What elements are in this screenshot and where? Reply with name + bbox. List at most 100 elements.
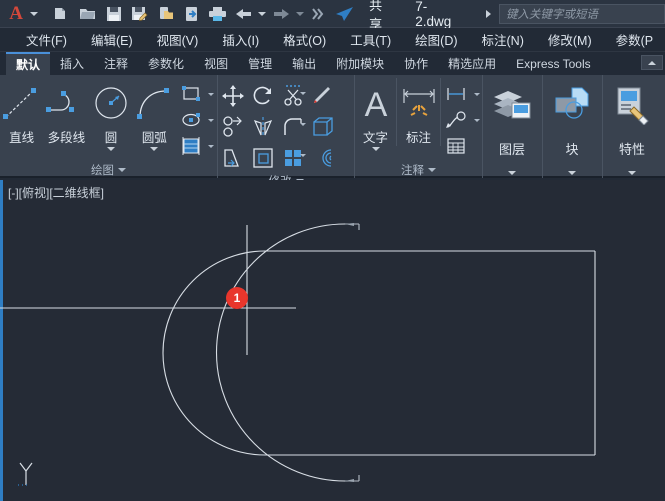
search-input[interactable]: 键入关键字或短语 bbox=[499, 4, 665, 24]
tab-default[interactable]: 默认 bbox=[6, 52, 50, 75]
svg-text:A: A bbox=[364, 86, 387, 123]
menu-item-format[interactable]: 格式(O) bbox=[271, 28, 338, 52]
menu-item-modify[interactable]: 修改(M) bbox=[536, 28, 604, 52]
draw-line-label: 直线 bbox=[9, 127, 34, 146]
ellipse-icon[interactable] bbox=[176, 107, 206, 133]
draw-arc-button[interactable]: 圆弧 bbox=[133, 78, 176, 151]
erase-icon[interactable] bbox=[308, 80, 338, 111]
menu-item-view[interactable]: 视图(V) bbox=[145, 28, 211, 52]
import-icon[interactable] bbox=[179, 1, 205, 27]
tab-insert[interactable]: 插入 bbox=[50, 52, 94, 75]
fillet-dropdown-icon[interactable] bbox=[297, 123, 308, 126]
draw-line-button[interactable]: 直线 bbox=[0, 78, 43, 146]
redo-caret-icon[interactable] bbox=[294, 1, 305, 27]
layers-label: 图层 bbox=[499, 139, 525, 158]
annotation-marker-1: 1 bbox=[226, 287, 248, 309]
panel-modify: 修改 bbox=[218, 75, 355, 178]
app-menu-caret-icon[interactable] bbox=[28, 1, 39, 27]
menu-bar: 文件(F) 编辑(E) 视图(V) 插入(I) 格式(O) 工具(T) 绘图(D… bbox=[0, 28, 665, 52]
array-dropdown-icon[interactable] bbox=[297, 154, 308, 157]
properties-button[interactable]: 特性 bbox=[603, 78, 661, 178]
fillet-icon[interactable] bbox=[278, 111, 308, 142]
menu-item-parameter[interactable]: 参数(P bbox=[604, 28, 665, 52]
export-icon[interactable] bbox=[153, 1, 179, 27]
tab-view[interactable]: 视图 bbox=[194, 52, 238, 75]
undo-icon[interactable] bbox=[231, 1, 257, 27]
draw-polyline-button[interactable]: 多段线 bbox=[43, 78, 89, 146]
tab-annotate[interactable]: 注释 bbox=[94, 52, 138, 75]
drawing-geometry bbox=[0, 180, 665, 501]
polyline-icon bbox=[43, 82, 89, 126]
hatch-icon[interactable] bbox=[176, 133, 206, 159]
arc-dropdown-icon[interactable] bbox=[150, 147, 158, 151]
drawing-viewport[interactable]: [-][俯视][二维线框] 1 bbox=[0, 180, 665, 501]
linear-dimension-dropdown-icon[interactable] bbox=[471, 93, 482, 96]
menu-item-draw[interactable]: 绘图(D) bbox=[403, 28, 469, 52]
tab-output[interactable]: 输出 bbox=[282, 52, 326, 75]
tab-addins[interactable]: 附加模块 bbox=[326, 52, 394, 75]
rectangle-dropdown-icon[interactable] bbox=[206, 93, 217, 96]
trim-dropdown-icon[interactable] bbox=[297, 92, 308, 95]
block-button[interactable]: 块 bbox=[543, 78, 601, 178]
autocad-window: A bbox=[0, 0, 665, 501]
draw-circle-button[interactable]: 圆 bbox=[89, 78, 132, 151]
tab-collaborate[interactable]: 协作 bbox=[394, 52, 438, 75]
search-expand-icon[interactable] bbox=[482, 1, 495, 27]
share-button[interactable]: 共享 bbox=[361, 1, 401, 27]
panel-annotation-title[interactable]: 注释 bbox=[355, 161, 482, 178]
properties-dropdown-icon[interactable] bbox=[628, 171, 636, 175]
annotation-text-button[interactable]: A 文字 bbox=[355, 78, 396, 151]
leader-icon[interactable] bbox=[441, 107, 471, 133]
new-file-icon[interactable] bbox=[49, 1, 75, 27]
rectangle-icon[interactable] bbox=[176, 81, 206, 107]
menu-item-insert[interactable]: 插入(I) bbox=[210, 28, 271, 52]
open-folder-icon[interactable] bbox=[75, 1, 101, 27]
offset-icon[interactable] bbox=[308, 142, 338, 173]
menu-item-file[interactable]: 文件(F) bbox=[14, 28, 79, 52]
scale-icon[interactable] bbox=[248, 142, 278, 173]
draw-small-icons bbox=[176, 78, 217, 159]
annotation-small-icons bbox=[441, 78, 482, 159]
mirror-icon[interactable] bbox=[248, 111, 278, 142]
send-plane-icon[interactable] bbox=[331, 1, 357, 27]
panel-draw-title[interactable]: 绘图 bbox=[0, 161, 217, 178]
table-icon[interactable] bbox=[441, 133, 471, 159]
stretch-icon[interactable] bbox=[218, 142, 248, 173]
autocad-A-logo[interactable]: A bbox=[4, 1, 28, 27]
menu-item-tools[interactable]: 工具(T) bbox=[338, 28, 403, 52]
ribbon-collapse-button[interactable] bbox=[641, 55, 663, 70]
annotation-text-label: 文字 bbox=[363, 127, 388, 146]
tab-parametric[interactable]: 参数化 bbox=[138, 52, 194, 75]
panel-annotation-title-text: 注释 bbox=[401, 162, 424, 178]
redo-icon[interactable] bbox=[268, 1, 294, 27]
layers-dropdown-icon[interactable] bbox=[508, 171, 516, 175]
print-icon[interactable] bbox=[205, 1, 231, 27]
extrude-icon[interactable] bbox=[308, 111, 338, 142]
annotation-dimension-button[interactable]: 标注 bbox=[396, 78, 441, 146]
text-dropdown-icon[interactable] bbox=[372, 147, 380, 151]
leader-dropdown-icon[interactable] bbox=[471, 119, 482, 122]
array-icon[interactable] bbox=[278, 142, 308, 173]
more-icon[interactable] bbox=[305, 1, 331, 27]
hatch-dropdown-icon[interactable] bbox=[206, 145, 217, 148]
copy-icon[interactable] bbox=[218, 111, 248, 142]
block-dropdown-icon[interactable] bbox=[568, 171, 576, 175]
menu-item-edit[interactable]: 编辑(E) bbox=[79, 28, 145, 52]
tab-manage[interactable]: 管理 bbox=[238, 52, 282, 75]
properties-icon bbox=[610, 84, 654, 126]
layers-button[interactable]: 图层 bbox=[483, 78, 541, 178]
move-icon[interactable] bbox=[218, 80, 248, 111]
menu-item-dimension[interactable]: 标注(N) bbox=[470, 28, 536, 52]
rotate-icon[interactable] bbox=[248, 80, 278, 111]
save-as-icon[interactable] bbox=[127, 1, 153, 27]
tab-express-tools[interactable]: Express Tools bbox=[506, 52, 600, 75]
trim-icon[interactable] bbox=[278, 80, 308, 111]
save-icon[interactable] bbox=[101, 1, 127, 27]
linear-dimension-icon[interactable] bbox=[441, 81, 471, 107]
undo-caret-icon[interactable] bbox=[257, 1, 268, 27]
ellipse-dropdown-icon[interactable] bbox=[206, 119, 217, 122]
tab-featured-apps[interactable]: 精选应用 bbox=[438, 52, 506, 75]
circle-dropdown-icon[interactable] bbox=[107, 147, 115, 151]
ribbon-panel-area: 直线 多段线 bbox=[0, 75, 665, 178]
search-placeholder: 键入关键字或短语 bbox=[506, 6, 598, 22]
